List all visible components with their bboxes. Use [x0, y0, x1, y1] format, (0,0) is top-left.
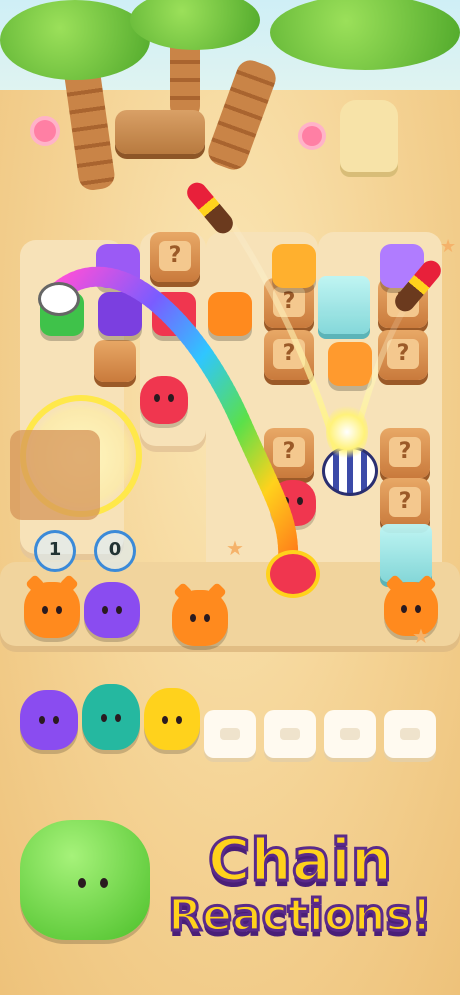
launch-flash [326, 404, 368, 460]
tray-teal-pet [82, 684, 140, 750]
promo-headline: Chain Reactions! [150, 826, 450, 943]
tray-slot-empty [324, 710, 376, 758]
headline-line-1: Chain [206, 826, 393, 894]
tray-slot-empty [264, 710, 316, 758]
headline-line-2: Reactions! [167, 889, 433, 943]
sand-star-icon: ★ [226, 536, 244, 560]
sand-star-icon: ★ [412, 624, 430, 648]
spring-launcher[interactable] [38, 282, 80, 316]
tray-slot-empty [384, 710, 436, 758]
sand-star-icon: ★ [440, 236, 457, 257]
tray-slot-empty [204, 710, 256, 758]
tray-yellow-pet [144, 688, 200, 750]
spring-base[interactable] [266, 550, 320, 598]
game-scene: ? ? ? ? ? ? ? ? 1 0 [0, 0, 460, 995]
tray-purple-bear-pet [20, 690, 78, 750]
green-mascot-pet [20, 820, 150, 940]
